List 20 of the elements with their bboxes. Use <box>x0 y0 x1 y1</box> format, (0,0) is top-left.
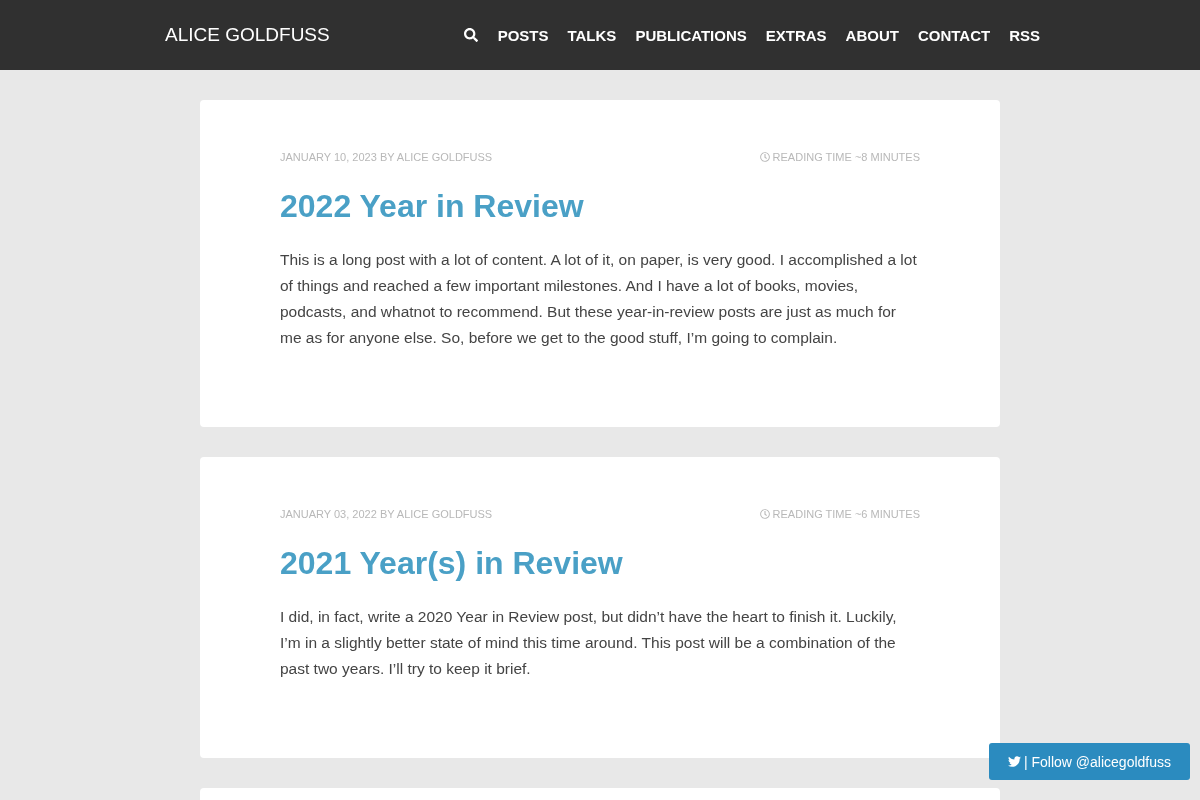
nav-link[interactable]: TALKS <box>567 26 617 44</box>
nav-link[interactable]: RSS <box>1009 26 1040 44</box>
post-date-author: JANUARY 03, 2022 BY ALICE GOLDFUSS <box>280 508 493 520</box>
nav-link[interactable]: CONTACT <box>917 26 991 44</box>
clock-icon <box>759 152 770 162</box>
bird-icon <box>1008 755 1021 768</box>
nav-link[interactable]: POSTS <box>497 26 549 44</box>
search-icon <box>463 28 478 42</box>
reading-time: READING TIME ~8 MINUTES <box>772 151 920 163</box>
reading-time: READING TIME ~6 MINUTES <box>772 508 920 520</box>
site-title[interactable]: ALICE GOLDFUSS <box>160 24 330 46</box>
search-button[interactable] <box>463 28 478 42</box>
post-excerpt: I did, in fact, write a 2020 Year in Review post, but didn’t have the heart to finish it. Luckily, I’m in a slightly better state of mind this time around. This post will be a combination of the past two years. I’ll try to keep it brief. <box>280 607 898 679</box>
nav-link[interactable]: EXTRAS <box>765 26 827 44</box>
post-date-author: JANUARY 10, 2023 BY ALICE GOLDFUSS <box>280 151 493 163</box>
post-excerpt: This is a long post with a lot of content. A lot of it, on paper, is very good. I accomplished a lot of things and reached a few important milestones. And I have a lot of books, movies, podcasts, and whatnot to recommend. But these year-in-review posts are just as much for me as for anyone else. So, before we get to the good stuff, I’m going to complain. <box>280 250 918 348</box>
clock-icon <box>759 509 770 519</box>
nav-link[interactable]: PUBLICATIONS <box>635 26 747 44</box>
nav-link[interactable]: ABOUT <box>845 26 899 44</box>
follow-button[interactable]: | Follow @alicegoldfuss <box>989 743 1190 780</box>
